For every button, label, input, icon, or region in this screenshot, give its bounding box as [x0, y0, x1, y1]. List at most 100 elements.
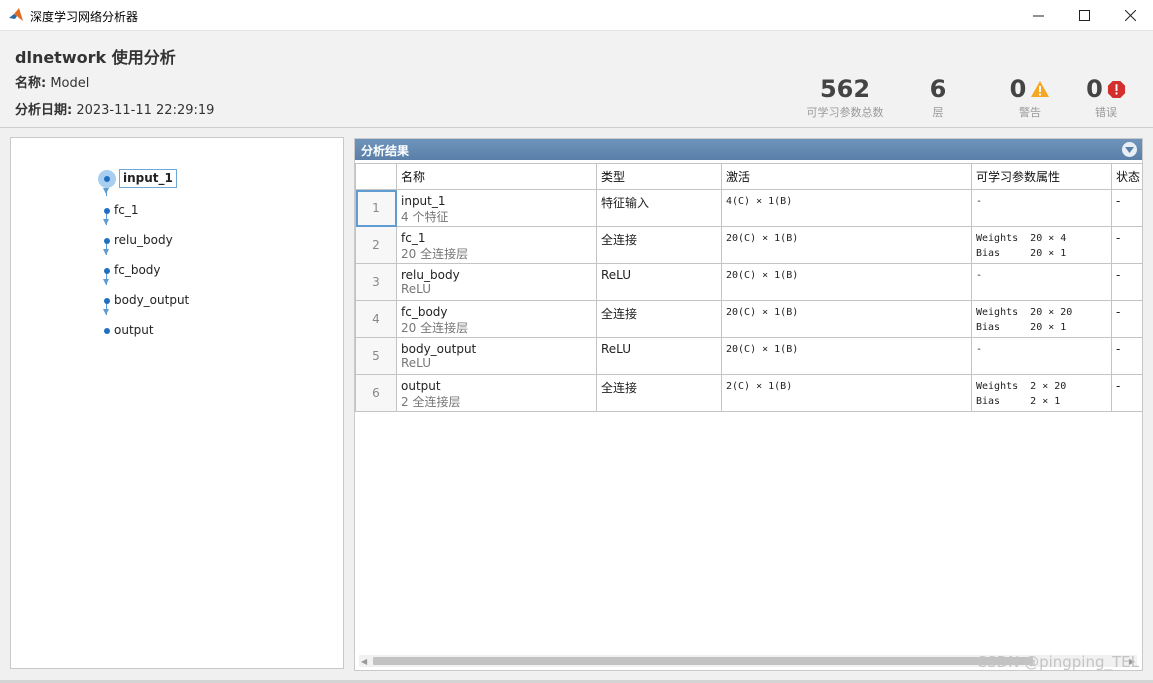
layer-name-cell: output 2 全连接层: [396, 374, 597, 412]
layer-status: -: [1111, 226, 1143, 264]
layer-name-cell: input_1 4 个特征: [396, 189, 597, 227]
analysis-header: dlnetwork 使用分析 名称: Model 分析日期: 2023-11-1…: [0, 31, 1153, 128]
layer-activation: 20(C) × 1(B): [721, 300, 972, 338]
model-name-line: 名称: Model: [15, 72, 89, 91]
node-label: output: [114, 323, 154, 337]
layer-table: 名称 类型 激活 可学习参数属性 状态 1 input_1 4 个特征 特征输入 …: [355, 163, 1143, 412]
layer-type: 全连接: [596, 226, 722, 264]
layer-learnables: Weights 2 × 20 Bias 2 × 1: [971, 374, 1112, 412]
layer-description: 4 个特征: [401, 210, 449, 224]
row-index: 2: [355, 226, 397, 264]
layer-activation: 20(C) × 1(B): [721, 226, 972, 264]
row-index: 1: [355, 189, 397, 227]
layer-name: body_output: [401, 342, 477, 356]
graph-edge-arrow: [103, 309, 109, 315]
maximize-button[interactable]: [1061, 0, 1107, 30]
layer-type: 全连接: [596, 374, 722, 412]
layer-activation: 4(C) × 1(B): [721, 189, 972, 227]
layer-type: 全连接: [596, 300, 722, 338]
name-label: 名称:: [15, 76, 47, 91]
layer-learnables: -: [971, 189, 1112, 227]
errors-label: 错误: [1095, 106, 1117, 119]
row-index: 4: [355, 300, 397, 338]
node-label: body_output: [114, 293, 190, 307]
layer-description: ReLU: [401, 356, 432, 370]
stat-learnables: 562 可学习参数总数: [800, 75, 890, 120]
date-value: 2023-11-11 22:29:19: [76, 103, 215, 118]
column-header-status[interactable]: 状态: [1111, 163, 1143, 190]
node-label: fc_1: [114, 203, 139, 217]
layer-learnables: -: [971, 337, 1112, 375]
layer-description: 20 全连接层: [401, 247, 469, 261]
network-graph-panel[interactable]: input_1 fc_1 relu_body fc_body body_outp…: [10, 137, 344, 669]
layer-name-cell: body_output ReLU: [396, 337, 597, 375]
table-row[interactable]: 3 relu_body ReLU ReLU 20(C) × 1(B) - -: [355, 263, 1143, 301]
title-bar: 深度学习网络分析器: [0, 0, 1153, 31]
analysis-date-line: 分析日期: 2023-11-11 22:29:19: [15, 99, 214, 118]
node-dot: [104, 176, 110, 182]
layer-status: -: [1111, 263, 1143, 301]
column-header-index[interactable]: [355, 163, 397, 190]
table-row[interactable]: 4 fc_body 20 全连接层 全连接 20(C) × 1(B) Weight…: [355, 300, 1143, 338]
layer-description: ReLU: [401, 282, 432, 296]
layer-name: output: [401, 379, 441, 393]
table-header-row: 名称 类型 激活 可学习参数属性 状态: [355, 163, 1143, 190]
layer-name-cell: fc_1 20 全连接层: [396, 226, 597, 264]
minimize-button[interactable]: [1015, 0, 1061, 30]
results-title: 分析结果: [361, 144, 410, 158]
table-row[interactable]: 2 fc_1 20 全连接层 全连接 20(C) × 1(B) Weights 2…: [355, 226, 1143, 264]
table-row[interactable]: 5 body_output ReLU ReLU 20(C) × 1(B) - -: [355, 337, 1143, 375]
node-label: relu_body: [114, 233, 173, 247]
row-index: 6: [355, 374, 397, 412]
layer-name: fc_1: [401, 231, 426, 245]
layer-status: -: [1111, 300, 1143, 338]
table-row[interactable]: 6 output 2 全连接层 全连接 2(C) × 1(B) Weights 2…: [355, 374, 1143, 412]
column-header-type[interactable]: 类型: [596, 163, 722, 190]
column-header-name[interactable]: 名称: [396, 163, 597, 190]
table-row[interactable]: 1 input_1 4 个特征 特征输入 4(C) × 1(B) - -: [355, 189, 1143, 227]
layer-learnables: -: [971, 263, 1112, 301]
stat-errors[interactable]: 0 错误: [1076, 75, 1136, 120]
minimize-icon: [1032, 15, 1044, 16]
layer-type: ReLU: [596, 337, 722, 375]
warnings-count: 0: [1009, 75, 1027, 103]
stat-warnings[interactable]: 0 警告: [1000, 75, 1060, 120]
layers-count: 6: [929, 75, 947, 103]
warnings-label: 警告: [1019, 106, 1041, 119]
layer-name: input_1: [401, 194, 446, 208]
close-button[interactable]: [1107, 0, 1153, 30]
learnables-label: 可学习参数总数: [806, 106, 884, 119]
layer-status: -: [1111, 374, 1143, 412]
row-index: 3: [355, 263, 397, 301]
scrollbar-thumb[interactable]: [373, 657, 1033, 665]
layer-name: fc_body: [401, 305, 448, 319]
layer-type: 特征输入: [596, 189, 722, 227]
name-value: Model: [50, 76, 90, 91]
graph-edge-arrow: [103, 249, 109, 255]
graph-edge-arrow: [103, 279, 109, 285]
layer-activation: 20(C) × 1(B): [721, 337, 972, 375]
graph-edge-arrow: [103, 219, 109, 225]
node-dot: [104, 208, 110, 214]
layer-status: -: [1111, 189, 1143, 227]
layer-learnables: Weights 20 × 4 Bias 20 × 1: [971, 226, 1112, 264]
column-header-learnables[interactable]: 可学习参数属性: [971, 163, 1112, 190]
matlab-logo-icon: [9, 8, 23, 21]
page-title: dlnetwork 使用分析: [15, 48, 176, 67]
layer-status: -: [1111, 337, 1143, 375]
node-label: fc_body: [114, 263, 161, 277]
collapse-button[interactable]: [1122, 142, 1137, 157]
chevron-down-icon: [1125, 146, 1134, 153]
stat-layers: 6 层: [918, 75, 958, 120]
node-dot: [104, 328, 110, 334]
window-title: 深度学习网络分析器: [30, 10, 139, 24]
layer-type: ReLU: [596, 263, 722, 301]
layer-name: relu_body: [401, 268, 460, 282]
learnables-count: 562: [819, 75, 871, 103]
error-icon: [1107, 80, 1125, 98]
layer-learnables: Weights 20 × 20 Bias 20 × 1: [971, 300, 1112, 338]
close-icon: [1124, 9, 1136, 21]
column-header-activation[interactable]: 激活: [721, 163, 972, 190]
scroll-left-icon[interactable]: ◀: [361, 657, 367, 666]
node-dot: [104, 238, 110, 244]
